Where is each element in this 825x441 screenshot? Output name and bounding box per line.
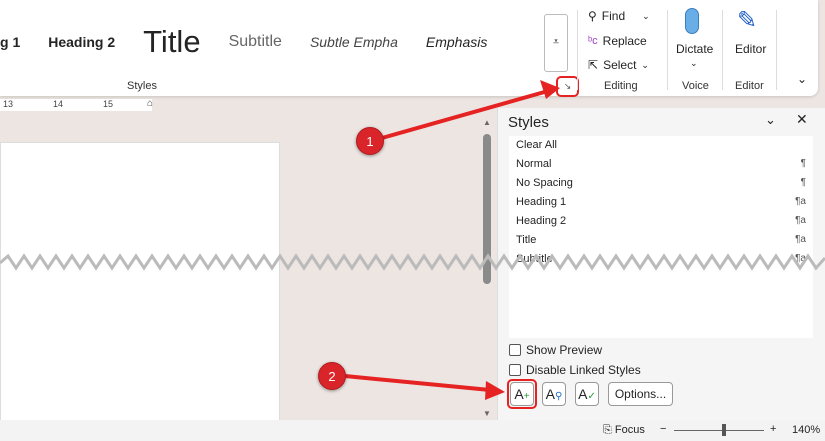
zoom-level[interactable]: 140% bbox=[792, 424, 820, 436]
zoom-slider[interactable] bbox=[674, 430, 764, 431]
status-bar: ⎘ Focus − + 140% bbox=[0, 420, 825, 441]
annotation-badge-2: 2 bbox=[318, 362, 346, 390]
zoom-out-button[interactable]: − bbox=[660, 423, 666, 435]
zoom-in-button[interactable]: + bbox=[770, 423, 776, 435]
annotation-arrows bbox=[344, 80, 560, 400]
focus-icon: ⎘ bbox=[603, 424, 612, 436]
annotation-badge-1: 1 bbox=[356, 127, 384, 155]
focus-button[interactable]: ⎘ Focus bbox=[603, 424, 645, 437]
arrow-1 bbox=[381, 89, 549, 140]
arrow-2 bbox=[344, 374, 491, 392]
zoom-slider-thumb[interactable] bbox=[722, 424, 726, 436]
